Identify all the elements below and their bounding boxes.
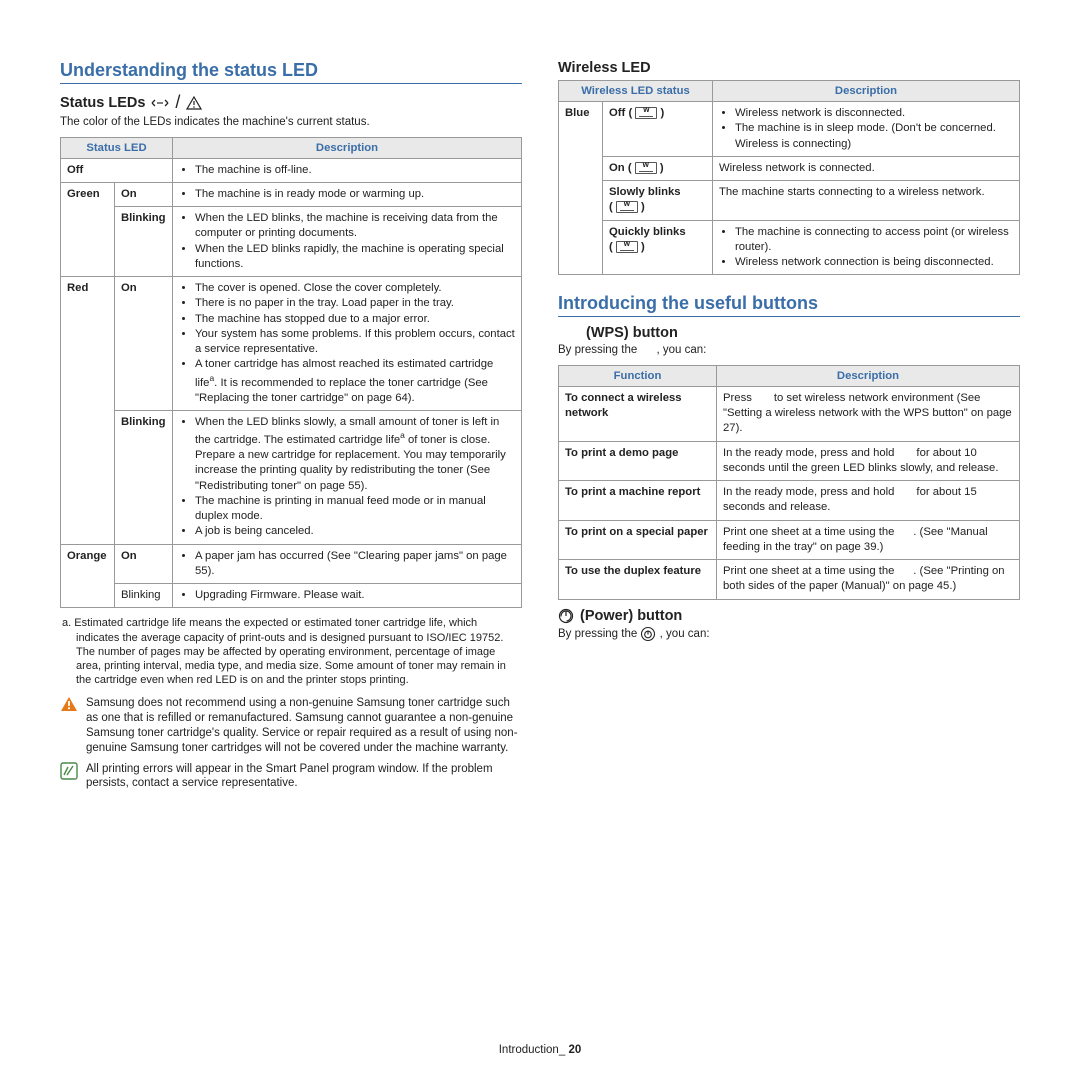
row-red-label: Red	[61, 277, 115, 545]
wps-intro-text: By pressing the , you can:	[558, 343, 1020, 359]
row-orange-label: Orange	[61, 544, 115, 608]
left-column: Understanding the status LED Status LEDs…	[60, 60, 522, 797]
th-function-desc: Description	[717, 365, 1020, 386]
row-wireless-on: On ( )	[603, 156, 713, 180]
row-wireless-off: Off ( )	[603, 102, 713, 157]
fn-connect-wireless-desc: Press to set wireless network environmen…	[717, 386, 1020, 441]
footer-page-number: 20	[568, 1044, 581, 1056]
row-green-label: Green	[61, 182, 115, 276]
power-icon	[558, 608, 574, 624]
warning-icon	[60, 696, 78, 756]
row-wireless-slow: Slowly blinks( )	[603, 181, 713, 221]
row-off-desc: The machine is off-line.	[173, 158, 522, 182]
heading-status-led: Understanding the status LED	[60, 60, 522, 84]
power-inline-icon	[640, 626, 656, 642]
status-led-table: Status LED Description Off The machine i…	[60, 137, 522, 609]
th-description: Description	[173, 137, 522, 158]
status-leds-label: Status LEDs	[60, 95, 145, 111]
note-icon	[60, 762, 78, 792]
row-green-on: On	[115, 182, 173, 206]
footnote-a: a. Estimated cartridge life means the ex…	[60, 616, 522, 687]
row-wireless-quick: Quickly blinks( )	[603, 220, 713, 275]
warning-notice: Samsung does not recommend using a non-g…	[60, 696, 522, 756]
row-green-blinking: Blinking	[115, 207, 173, 277]
power-intro-text: By pressing the , you can:	[558, 626, 1020, 643]
info-notice: All printing errors will appear in the S…	[60, 762, 522, 792]
row-blue-label: Blue	[559, 102, 603, 275]
row-green-blinking-desc: When the LED blinks, the machine is rece…	[173, 207, 522, 277]
page-footer: Introduction_ 20	[0, 1044, 1080, 1056]
wps-on-icon	[635, 162, 657, 174]
power-button-subheading: (Power) button	[558, 608, 1020, 624]
heading-useful-buttons: Introducing the useful buttons	[558, 293, 1020, 317]
status-leds-subheading: Status LEDs /	[60, 92, 522, 113]
status-intro-text: The color of the LEDs indicates the mach…	[60, 115, 522, 131]
info-text: All printing errors will appear in the S…	[86, 762, 522, 792]
fn-demo-page-desc: In the ready mode, press and hold for ab…	[717, 441, 1020, 481]
th-wireless-desc: Description	[713, 81, 1020, 102]
th-status-led: Status LED	[61, 137, 173, 158]
fn-machine-report: To print a machine report	[559, 481, 717, 521]
row-orange-on-desc: A paper jam has occurred (See "Clearing …	[173, 544, 522, 584]
footer-label: Introduction	[499, 1044, 559, 1056]
row-wireless-off-desc: Wireless network is disconnected. The ma…	[713, 102, 1020, 157]
wireless-led-table: Wireless LED status Description Blue Off…	[558, 80, 1020, 275]
row-orange-on: On	[115, 544, 173, 584]
row-wireless-on-desc: Wireless network is connected.	[713, 156, 1020, 180]
slash-icon: /	[175, 92, 180, 113]
wps-off-icon	[635, 107, 657, 119]
row-orange-blinking-desc: Upgrading Firmware. Please wait.	[173, 584, 522, 608]
fn-special-paper: To print on a special paper	[559, 520, 717, 560]
row-green-on-desc: The machine is in ready mode or warming …	[173, 182, 522, 206]
data-transfer-icon	[151, 97, 169, 109]
row-red-on: On	[115, 277, 173, 411]
th-wireless-status: Wireless LED status	[559, 81, 713, 102]
wps-function-table: Function Description To connect a wirele…	[558, 365, 1020, 600]
wps-quick-icon	[616, 241, 638, 253]
warning-triangle-icon	[186, 96, 202, 110]
fn-duplex-desc: Print one sheet at a time using the . (S…	[717, 560, 1020, 600]
th-function: Function	[559, 365, 717, 386]
right-column: Wireless LED Wireless LED status Descrip…	[558, 60, 1020, 797]
fn-demo-page: To print a demo page	[559, 441, 717, 481]
row-orange-blinking: Blinking	[115, 584, 173, 608]
row-red-blinking-desc: When the LED blinks slowly, a small amou…	[173, 410, 522, 544]
row-wireless-slow-desc: The machine starts connecting to a wirel…	[713, 181, 1020, 221]
warning-text: Samsung does not recommend using a non-g…	[86, 696, 522, 756]
fn-machine-report-desc: In the ready mode, press and hold for ab…	[717, 481, 1020, 521]
row-red-blinking: Blinking	[115, 410, 173, 544]
row-off-label: Off	[61, 158, 173, 182]
wireless-led-subheading: Wireless LED	[558, 60, 1020, 76]
fn-duplex: To use the duplex feature	[559, 560, 717, 600]
fn-special-paper-desc: Print one sheet at a time using the . (S…	[717, 520, 1020, 560]
footer-underscore: _	[559, 1044, 565, 1056]
wps-slow-icon	[616, 201, 638, 213]
row-red-on-desc: The cover is opened. Close the cover com…	[173, 277, 522, 411]
fn-connect-wireless: To connect a wireless network	[559, 386, 717, 441]
wps-button-subheading: (WPS) button	[558, 325, 1020, 341]
power-button-label: (Power) button	[580, 608, 682, 624]
row-wireless-quick-desc: The machine is connecting to access poin…	[713, 220, 1020, 275]
